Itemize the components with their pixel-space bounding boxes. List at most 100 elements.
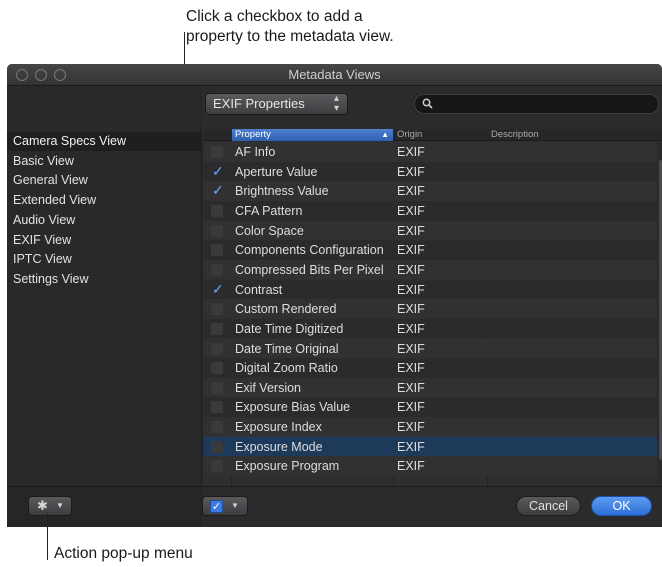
property-cell: Exif Version: [235, 380, 302, 395]
search-field[interactable]: [414, 94, 659, 114]
property-checkbox[interactable]: [211, 342, 223, 355]
property-cell: CFA Pattern: [235, 203, 303, 218]
property-checkbox[interactable]: [211, 440, 223, 453]
origin-cell: EXIF: [397, 145, 425, 159]
property-checkbox[interactable]: [211, 381, 223, 394]
properties-popup[interactable]: EXIF Properties ▴ ▾: [205, 93, 348, 115]
origin-cell: EXIF: [397, 184, 425, 199]
metadata-views-window: Metadata Views EXIF Properties ▴ ▾ Camera…: [7, 64, 662, 527]
sort-ascending-icon: ▲: [381, 130, 389, 139]
title-bar: Metadata Views: [7, 64, 662, 86]
property-checkbox[interactable]: [211, 244, 223, 257]
origin-cell: EXIF: [397, 420, 425, 435]
property-cell: AF Info: [235, 145, 276, 159]
checkmark-icon[interactable]: ✓: [212, 182, 224, 199]
table-row[interactable]: Color Space EXIF: [204, 220, 662, 241]
property-cell: Brightness Value: [235, 184, 329, 199]
sidebar-item-basic-view[interactable]: Basic View: [7, 152, 202, 171]
origin-cell: EXIF: [397, 302, 425, 317]
table-row[interactable]: CFA Pattern EXIF: [204, 200, 662, 221]
property-cell: Aperture Value: [235, 164, 318, 179]
properties-popup-label: EXIF Properties: [213, 96, 305, 111]
column-checkbox-header: [204, 129, 231, 141]
column-header-description[interactable]: Description: [487, 129, 662, 141]
cancel-button[interactable]: Cancel: [516, 496, 581, 516]
callout-line-2: property to the metadata view.: [186, 28, 394, 45]
table-row[interactable]: AF Info EXIF: [204, 142, 662, 162]
checkmark-icon[interactable]: ✓: [212, 281, 224, 298]
table-row[interactable]: Components Configuration EXIF: [204, 240, 662, 260]
property-cell: Date Time Digitized: [235, 321, 344, 336]
views-sidebar: Camera Specs View Basic View General View E…: [7, 129, 202, 486]
property-checkbox[interactable]: [211, 322, 223, 335]
sidebar-item-extended-view[interactable]: Extended View: [7, 191, 202, 210]
table-row[interactable]: Exif Version EXIF: [204, 377, 662, 398]
callout-action-menu: Action pop-up menu: [54, 545, 193, 562]
action-callout-leader: [47, 513, 48, 560]
gear-icon: ✱: [37, 498, 48, 513]
checkbox-icon: ✓: [210, 500, 223, 513]
property-checkbox[interactable]: [211, 146, 223, 158]
property-cell: Exposure Program: [235, 459, 340, 474]
table-row[interactable]: Exposure Bias Value EXIF: [204, 397, 662, 418]
property-cell: Custom Rendered: [235, 302, 337, 317]
ok-button[interactable]: OK: [591, 496, 652, 516]
property-cell: Compressed Bits Per Pixel: [235, 262, 384, 277]
origin-cell: EXIF: [397, 380, 425, 395]
action-popup-menu[interactable]: ✱ ▼: [28, 496, 72, 516]
check-all-popup[interactable]: ✓ ▼: [202, 496, 248, 516]
property-cell: Contrast: [235, 282, 283, 297]
column-header-property[interactable]: Property ▲: [231, 129, 393, 141]
origin-cell: EXIF: [397, 243, 425, 258]
origin-cell: EXIF: [397, 341, 425, 356]
table-row[interactable]: ✓ Aperture Value EXIF: [204, 161, 662, 182]
origin-cell: EXIF: [397, 223, 425, 238]
property-cell: Exposure Bias Value: [235, 400, 351, 415]
origin-cell: EXIF: [397, 262, 425, 277]
updown-arrows-icon: ▴ ▾: [333, 93, 339, 114]
origin-cell: EXIF: [397, 282, 425, 297]
origin-cell: EXIF: [397, 164, 425, 179]
property-checkbox[interactable]: [211, 224, 223, 237]
search-input[interactable]: [437, 96, 647, 112]
property-checkbox[interactable]: [211, 263, 223, 276]
property-checkbox[interactable]: [211, 421, 223, 434]
property-cell: Exposure Mode: [235, 439, 323, 454]
table-row[interactable]: ✓ Brightness Value EXIF: [204, 181, 662, 201]
property-checkbox[interactable]: [211, 401, 223, 414]
sidebar-item-camera-specs-view[interactable]: Camera Specs View: [7, 132, 202, 151]
table-row[interactable]: Exposure Program EXIF: [204, 456, 662, 476]
callout-checkbox: Click a checkbox to add a property to th…: [186, 7, 486, 47]
property-checkbox[interactable]: [211, 460, 223, 473]
origin-cell: EXIF: [397, 459, 425, 474]
table-row[interactable]: Exposure Index EXIF: [204, 417, 662, 437]
properties-table: Property ▲ Origin Description AF Info EXI…: [204, 129, 662, 486]
property-checkbox[interactable]: [211, 362, 223, 375]
table-scrollbar[interactable]: [657, 142, 662, 486]
window-title: Metadata Views: [288, 67, 381, 82]
property-cell: Digital Zoom Ratio: [235, 361, 338, 376]
origin-cell: EXIF: [397, 203, 425, 218]
table-row[interactable]: Exposure Mode EXIF: [204, 436, 662, 457]
sidebar-item-exif-view[interactable]: EXIF View: [7, 231, 202, 250]
origin-cell: EXIF: [397, 361, 425, 376]
table-row[interactable]: Digital Zoom Ratio EXIF: [204, 358, 662, 378]
chevron-down-icon: ▼: [231, 501, 239, 510]
property-checkbox[interactable]: [211, 204, 223, 217]
table-header: Property ▲ Origin Description: [204, 129, 662, 141]
sidebar-item-audio-view[interactable]: Audio View: [7, 211, 202, 230]
column-header-origin[interactable]: Origin: [393, 129, 487, 141]
sidebar-item-iptc-view[interactable]: IPTC View: [7, 250, 202, 269]
property-checkbox[interactable]: [211, 303, 223, 316]
table-row[interactable]: Compressed Bits Per Pixel EXIF: [204, 259, 662, 280]
table-row[interactable]: Date Time Original EXIF: [204, 338, 662, 359]
checkmark-icon[interactable]: ✓: [212, 163, 224, 180]
sidebar-item-settings-view[interactable]: Settings View: [7, 270, 202, 289]
search-icon: [422, 98, 433, 109]
table-row[interactable]: ✓ Contrast EXIF: [204, 279, 662, 300]
table-row[interactable]: Custom Rendered EXIF: [204, 299, 662, 319]
sidebar-item-general-view[interactable]: General View: [7, 171, 202, 190]
table-row[interactable]: Date Time Digitized EXIF: [204, 318, 662, 339]
property-cell: Date Time Original: [235, 341, 339, 356]
property-cell: Color Space: [235, 223, 304, 238]
